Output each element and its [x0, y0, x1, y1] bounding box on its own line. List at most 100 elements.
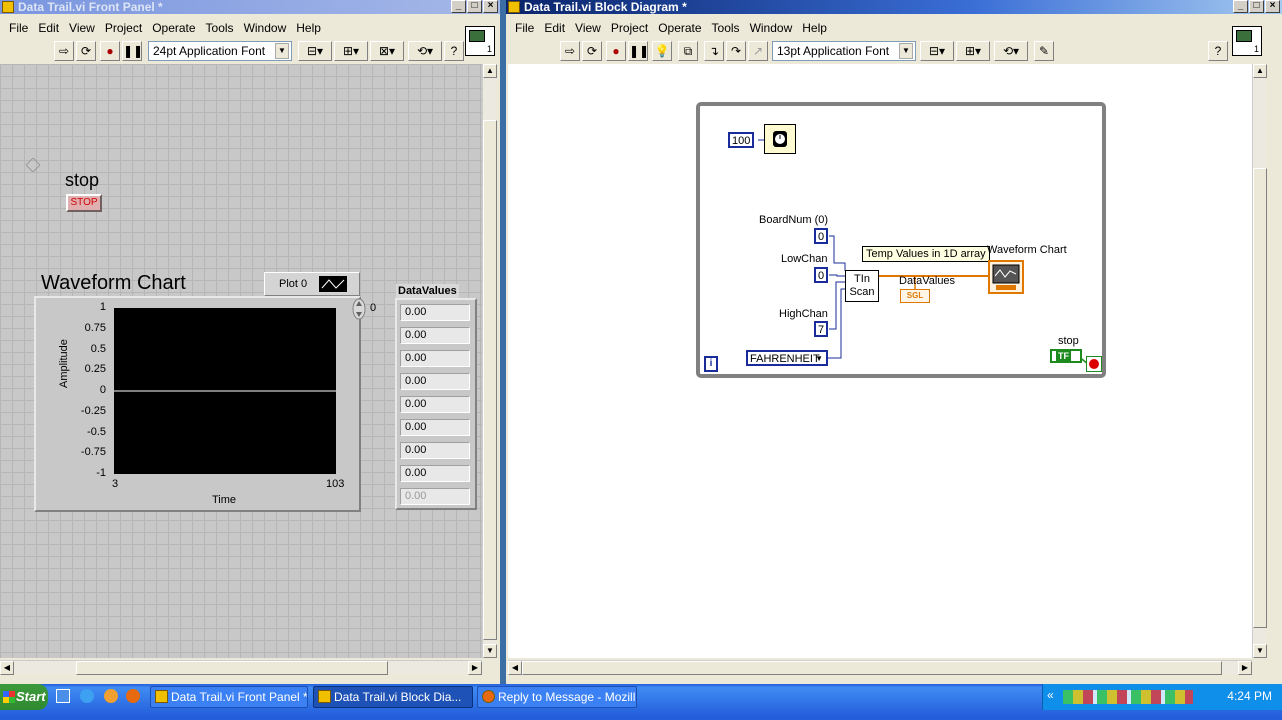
- menu-help[interactable]: Help: [291, 18, 326, 38]
- datavalues-cell[interactable]: 0.00: [400, 373, 470, 390]
- stop-terminal[interactable]: TF: [1050, 349, 1082, 363]
- step-into-icon[interactable]: ↴: [704, 41, 724, 61]
- menu-tools[interactable]: Tools: [707, 18, 745, 38]
- block-diagram-vscroll[interactable]: ▲ ▼: [1252, 64, 1267, 658]
- front-panel-vscroll[interactable]: ▲ ▼: [482, 64, 497, 658]
- menu-file[interactable]: File: [4, 18, 33, 38]
- scroll-thumb[interactable]: [483, 120, 497, 640]
- menu-edit[interactable]: Edit: [539, 18, 570, 38]
- menu-operate[interactable]: Operate: [147, 18, 200, 38]
- minimize-button[interactable]: _: [451, 0, 466, 13]
- abort-icon[interactable]: ●: [606, 41, 626, 61]
- maximize-button[interactable]: □: [467, 0, 482, 13]
- menu-file[interactable]: File: [510, 18, 539, 38]
- retain-wire-values-icon[interactable]: ⧉: [678, 41, 698, 61]
- menu-help[interactable]: Help: [797, 18, 832, 38]
- scroll-left-icon[interactable]: ◀: [508, 661, 522, 675]
- menu-project[interactable]: Project: [100, 18, 147, 38]
- pause-icon[interactable]: ❚❚: [628, 41, 649, 61]
- font-select[interactable]: 13pt Application Font ▼: [772, 41, 916, 61]
- vi-connector-icon[interactable]: 1: [1232, 26, 1262, 56]
- scroll-right-icon[interactable]: ▶: [1238, 661, 1252, 675]
- datavalues-cell[interactable]: 0.00: [400, 442, 470, 459]
- datavalues-terminal[interactable]: SGL: [900, 289, 930, 303]
- datavalues-cell[interactable]: 0.00: [400, 304, 470, 321]
- step-out-icon[interactable]: ↗: [748, 41, 768, 61]
- font-select[interactable]: 24pt Application Font ▼: [148, 41, 292, 61]
- scroll-down-icon[interactable]: ▼: [1253, 644, 1267, 658]
- close-button[interactable]: ×: [1265, 0, 1280, 13]
- reorder-icon[interactable]: ⟲▾: [408, 41, 442, 61]
- menu-operate[interactable]: Operate: [653, 18, 706, 38]
- menu-tools[interactable]: Tools: [201, 18, 239, 38]
- datavalues-cell[interactable]: 0.00: [400, 419, 470, 436]
- menu-view[interactable]: View: [570, 18, 606, 38]
- loop-condition-terminal[interactable]: [1086, 356, 1102, 372]
- maximize-button[interactable]: □: [1249, 0, 1264, 13]
- temp-scale-constant[interactable]: FAHRENHEIT ▼: [746, 350, 828, 366]
- stop-button[interactable]: STOP: [66, 194, 102, 212]
- run-arrow-icon[interactable]: ⇨: [54, 41, 74, 61]
- tray-icons[interactable]: [1063, 690, 1193, 704]
- while-loop-border[interactable]: [696, 102, 1106, 378]
- clean-up-diagram-icon[interactable]: ✎: [1034, 41, 1054, 61]
- scroll-left-icon[interactable]: ◀: [0, 661, 14, 675]
- distribute-objects-icon[interactable]: ⊞▾: [334, 41, 368, 61]
- chart-scroll-spinner-icon[interactable]: [351, 297, 367, 321]
- scroll-thumb[interactable]: [76, 661, 388, 675]
- minimize-button[interactable]: _: [1233, 0, 1248, 13]
- internet-explorer-icon[interactable]: [80, 689, 94, 703]
- front-panel-hscroll[interactable]: ◀ ▶: [0, 660, 482, 675]
- align-objects-icon[interactable]: ⊟▾: [298, 41, 332, 61]
- scroll-down-icon[interactable]: ▼: [483, 644, 497, 658]
- loop-iteration-terminal[interactable]: i: [704, 356, 718, 372]
- resize-objects-icon[interactable]: ⊠▾: [370, 41, 404, 61]
- waveform-chart-terminal[interactable]: [988, 260, 1024, 294]
- datavalues-cell[interactable]: 0.00: [400, 350, 470, 367]
- tray-expand-icon[interactable]: «: [1047, 688, 1054, 702]
- reorder-icon[interactable]: ⟲▾: [994, 41, 1028, 61]
- datavalues-cell[interactable]: 0.00: [400, 396, 470, 413]
- front-panel-titlebar[interactable]: Data Trail.vi Front Panel * _ □ ×: [0, 0, 500, 14]
- datavalues-cell[interactable]: 0.00: [400, 488, 470, 505]
- pause-icon[interactable]: ❚❚: [122, 41, 143, 61]
- highlight-execution-icon[interactable]: 💡: [652, 41, 672, 61]
- waveform-chart[interactable]: Amplitude Time 1 0.75 0.5 0.25 0 -0.25 -0.5 -0.…: [34, 296, 361, 512]
- chart-plot-area[interactable]: [114, 308, 336, 474]
- highchan-constant[interactable]: 7: [814, 321, 829, 337]
- menu-view[interactable]: View: [64, 18, 100, 38]
- menu-window[interactable]: Window: [745, 18, 798, 38]
- scroll-right-icon[interactable]: ▶: [468, 661, 482, 675]
- tin-scan-node[interactable]: TIn Scan: [845, 270, 879, 302]
- scroll-up-icon[interactable]: ▲: [483, 64, 497, 78]
- wait-ms-constant[interactable]: 100: [728, 132, 755, 148]
- start-button[interactable]: Start: [0, 684, 48, 710]
- help-icon[interactable]: ?: [1208, 41, 1228, 61]
- menu-edit[interactable]: Edit: [33, 18, 64, 38]
- step-over-icon[interactable]: ↷: [726, 41, 746, 61]
- plot-legend[interactable]: Plot 0: [264, 272, 360, 296]
- firefox-icon[interactable]: [126, 689, 140, 703]
- help-icon[interactable]: ?: [444, 41, 464, 61]
- datavalues-cell[interactable]: 0.00: [400, 465, 470, 482]
- scroll-up-icon[interactable]: ▲: [1253, 64, 1267, 78]
- menu-window[interactable]: Window: [239, 18, 292, 38]
- abort-icon[interactable]: ●: [100, 41, 120, 61]
- close-button[interactable]: ×: [483, 0, 498, 13]
- scroll-thumb[interactable]: [522, 661, 1222, 675]
- block-diagram-titlebar[interactable]: Data Trail.vi Block Diagram * _ □ ×: [506, 0, 1282, 14]
- show-desktop-icon[interactable]: [56, 689, 70, 703]
- task-front-panel[interactable]: Data Trail.vi Front Panel *: [150, 686, 308, 708]
- run-continuous-icon[interactable]: ⟳: [582, 41, 602, 61]
- boardnum-constant[interactable]: 0: [814, 228, 829, 244]
- outlook-icon[interactable]: [104, 689, 118, 703]
- task-mozilla[interactable]: Reply to Message - Mozill...: [477, 686, 637, 708]
- vi-connector-icon[interactable]: 1: [465, 26, 495, 56]
- datavalues-cell[interactable]: 0.00: [400, 327, 470, 344]
- run-continuous-icon[interactable]: ⟳: [76, 41, 96, 61]
- distribute-objects-icon[interactable]: ⊞▾: [956, 41, 990, 61]
- lowchan-constant[interactable]: 0: [814, 267, 829, 283]
- wait-ms-node[interactable]: [764, 124, 796, 154]
- run-arrow-icon[interactable]: ⇨: [560, 41, 580, 61]
- task-block-diagram[interactable]: Data Trail.vi Block Dia...: [313, 686, 473, 708]
